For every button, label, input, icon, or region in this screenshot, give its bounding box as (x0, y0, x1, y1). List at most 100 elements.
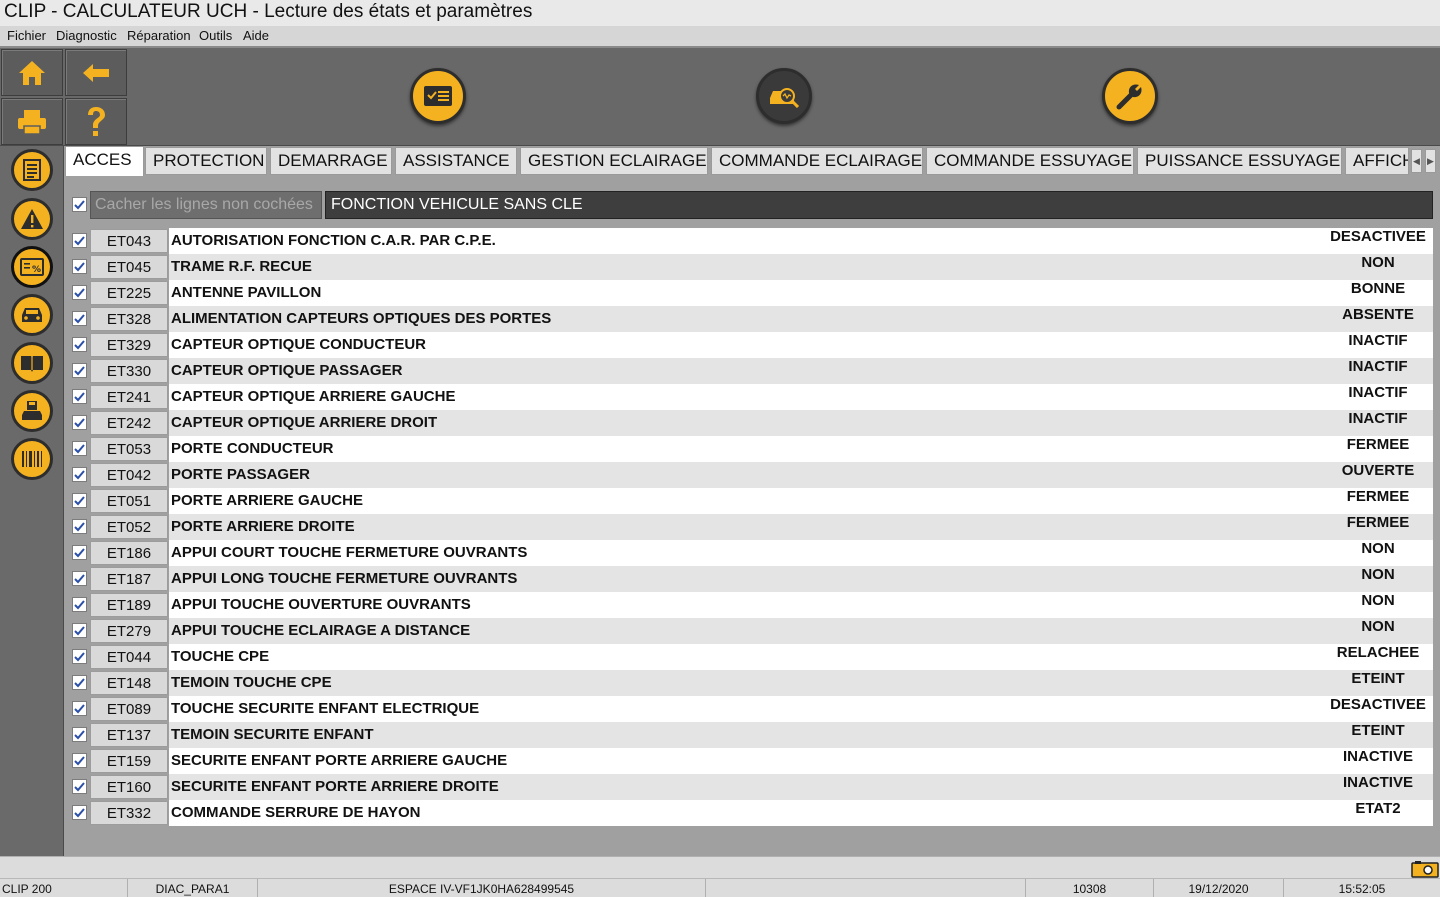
barcode-button[interactable] (11, 438, 53, 480)
vehicle-diagnostic-button[interactable] (756, 68, 812, 124)
tab-commande-eclairage[interactable]: COMMANDE ECLAIRAGE (711, 147, 923, 175)
menu-diagnostic[interactable]: Diagnostic (56, 28, 117, 43)
parameter-code[interactable]: ET052 (90, 515, 168, 539)
parameter-code[interactable]: ET330 (90, 359, 168, 383)
back-button[interactable] (65, 49, 127, 96)
parameter-code[interactable]: ET328 (90, 307, 168, 331)
row-checkbox[interactable] (72, 675, 87, 690)
row-checkbox[interactable] (72, 753, 87, 768)
parameter-code[interactable]: ET241 (90, 385, 168, 409)
tab-acces[interactable]: ACCES (65, 146, 144, 176)
parameter-code[interactable]: ET329 (90, 333, 168, 357)
row-checkbox[interactable] (72, 623, 87, 638)
parameter-code[interactable]: ET053 (90, 437, 168, 461)
row-checkbox[interactable] (72, 441, 87, 456)
parameter-code[interactable]: ET045 (90, 255, 168, 279)
fault-codes-button[interactable] (11, 198, 53, 240)
checkmark-icon (74, 652, 85, 662)
parameter-code[interactable]: ET137 (90, 723, 168, 747)
tab-puissance-essuyage[interactable]: PUISSANCE ESSUYAGE (1137, 147, 1342, 175)
tab-protection[interactable]: PROTECTION (145, 147, 267, 175)
svg-text:%: % (32, 265, 41, 275)
hide-unchecked-lines-button[interactable]: Cacher les lignes non cochées (90, 191, 322, 219)
checklist-icon (424, 86, 452, 106)
row-checkbox[interactable] (72, 337, 87, 352)
parameter-code[interactable]: ET189 (90, 593, 168, 617)
hide-unchecked-checkbox[interactable] (72, 197, 87, 212)
parameter-code[interactable]: ET332 (90, 801, 168, 825)
parameter-label: AUTORISATION FONCTION C.A.R. PAR C.P.E. (171, 232, 496, 249)
tab-affichage[interactable]: AFFICH (1345, 147, 1409, 175)
tab-gestion-eclairage[interactable]: GESTION ECLAIRAGE (520, 147, 708, 175)
parameter-code[interactable]: ET279 (90, 619, 168, 643)
row-checkbox[interactable] (72, 701, 87, 716)
tab-demarrage[interactable]: DEMARRAGE (270, 147, 392, 175)
row-checkbox[interactable] (72, 285, 87, 300)
tab-commande-essuyage[interactable]: COMMANDE ESSUYAGE (926, 147, 1134, 175)
row-checkbox[interactable] (72, 311, 87, 326)
parameter-value: NON (1361, 592, 1395, 609)
checkmark-icon (74, 626, 85, 636)
menu-reparation[interactable]: Réparation (127, 28, 191, 43)
table-row: ET241 CAPTEUR OPTIQUE ARRIERE GAUCHE INACT… (65, 384, 1440, 410)
row-checkbox[interactable] (72, 597, 87, 612)
table-row: ET044 TOUCHE CPE RELACHEE (65, 644, 1440, 670)
save-vehicle-button[interactable] (11, 390, 53, 432)
row-checkbox[interactable] (72, 649, 87, 664)
tab-scroll-right[interactable]: ▶ (1425, 149, 1436, 173)
checkmark-icon (74, 808, 85, 818)
print-button[interactable] (1, 98, 63, 145)
manual-button[interactable] (11, 342, 53, 384)
help-button[interactable] (65, 98, 127, 145)
parameter-code[interactable]: ET186 (90, 541, 168, 565)
tab-scroll-left[interactable]: ◀ (1411, 149, 1422, 173)
document-list-button[interactable] (11, 149, 53, 191)
parameter-label: TEMOIN TOUCHE CPE (171, 674, 332, 691)
parameter-code[interactable]: ET051 (90, 489, 168, 513)
row-checkbox[interactable] (72, 415, 87, 430)
row-checkbox[interactable] (72, 363, 87, 378)
home-button[interactable] (1, 49, 63, 96)
parameter-code[interactable]: ET242 (90, 411, 168, 435)
row-checkbox[interactable] (72, 805, 87, 820)
parameter-code[interactable]: ET042 (90, 463, 168, 487)
checklist-button[interactable] (410, 68, 466, 124)
row-checkbox[interactable] (72, 571, 87, 586)
parameter-label: CAPTEUR OPTIQUE PASSAGER (171, 362, 403, 379)
menu-aide[interactable]: Aide (243, 28, 269, 43)
row-checkbox[interactable] (72, 233, 87, 248)
row-checkbox[interactable] (72, 727, 87, 742)
row-checkbox[interactable] (72, 493, 87, 508)
parameter-code[interactable]: ET225 (90, 281, 168, 305)
parameter-code[interactable]: ET160 (90, 775, 168, 799)
menu-fichier[interactable]: Fichier (7, 28, 46, 43)
parameter-cell: SECURITE ENFANT PORTE ARRIERE DROITE INAC… (169, 774, 1433, 800)
row-checkbox[interactable] (72, 389, 87, 404)
tab-assistance[interactable]: ASSISTANCE (395, 147, 517, 175)
checkmark-icon (74, 444, 85, 454)
row-checkbox[interactable] (72, 519, 87, 534)
menu-outils[interactable]: Outils (199, 28, 232, 43)
table-row: ET159 SECURITE ENFANT PORTE ARRIERE GAUCH… (65, 748, 1440, 774)
parameter-cell: PORTE PASSAGER OUVERTE (169, 462, 1433, 488)
parameter-code[interactable]: ET148 (90, 671, 168, 695)
parameter-code[interactable]: ET043 (90, 229, 168, 253)
camera-icon[interactable] (1411, 860, 1439, 878)
row-checkbox[interactable] (72, 467, 87, 482)
window-title: CLIP - CALCULATEUR UCH - Lecture des éta… (4, 1, 533, 22)
parameter-code[interactable]: ET187 (90, 567, 168, 591)
parameter-code[interactable]: ET159 (90, 749, 168, 773)
row-checkbox[interactable] (72, 779, 87, 794)
function-title: FONCTION VEHICULE SANS CLE (325, 191, 1433, 219)
repair-button[interactable] (1102, 68, 1158, 124)
parameter-value: DESACTIVEE (1330, 228, 1426, 245)
parameter-code[interactable]: ET089 (90, 697, 168, 721)
row-checkbox[interactable] (72, 259, 87, 274)
parameter-value: NON (1361, 566, 1395, 583)
parameters-button[interactable]: % (11, 246, 53, 288)
parameter-code[interactable]: ET044 (90, 645, 168, 669)
row-checkbox[interactable] (72, 545, 87, 560)
parameter-value: FERMEE (1346, 436, 1410, 453)
vehicle-button[interactable] (11, 294, 53, 336)
status-profile: DIAC_PARA1 (128, 879, 258, 897)
